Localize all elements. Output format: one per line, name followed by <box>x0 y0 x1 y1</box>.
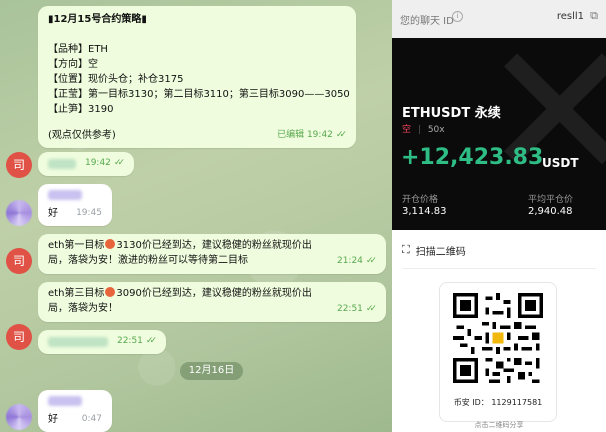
user-handle: resll1 <box>556 11 584 22</box>
avatar[interactable] <box>6 404 32 430</box>
panel-header: 您的聊天 ID i resll1 ⧉ <box>392 0 606 38</box>
avatar[interactable] <box>6 200 32 226</box>
close-price-label: 平均平仓价 <box>528 195 574 205</box>
double-check-icon: ✓✓ <box>335 130 347 140</box>
redacted-text <box>48 337 108 347</box>
reply-text: 好 <box>48 414 58 425</box>
strategy-line: 【正莹】第一目标3130；第二目标3110；第三目标3090——3050 <box>48 89 350 100</box>
double-check-icon: ✓✓ <box>145 336 157 346</box>
message-meta: 0:47 <box>82 412 102 427</box>
user-id-label: 币安 ID： <box>453 398 489 407</box>
pair-title: ETHUSDT 永续 <box>402 106 501 121</box>
brand-x-graphic: ✕ <box>480 38 606 223</box>
forwarded-message[interactable]: 22:51 ✓✓ <box>38 330 166 354</box>
pnl-unit: USDT <box>542 156 579 170</box>
copy-icon[interactable]: ⧉ <box>590 9 598 23</box>
strategy-line: 【止笋】3190 <box>48 104 114 115</box>
pnl-card: ✕ ETHUSDT 永续 空 | 50x +12,423.83 USDT 开仓价… <box>392 38 606 230</box>
strategy-line: 【品种】ETH <box>48 44 108 55</box>
avatar[interactable]: 司 <box>6 248 32 274</box>
user-id-value: 1129117581 <box>491 398 543 407</box>
close-price-value: 2,940.48 <box>528 206 573 217</box>
target-emoji-icon <box>105 239 116 249</box>
target-text-pre: eth第三目标 <box>48 288 105 299</box>
redacted-name <box>48 396 82 406</box>
redacted-name <box>48 190 82 200</box>
message-time: 0:47 <box>81 414 102 424</box>
avatar-initial: 司 <box>12 254 25 268</box>
redacted-text <box>48 159 76 169</box>
strategy-message[interactable]: ▮12月15号合约策略▮ 【品种】ETH 【方向】空 【位置】现价头仓；补仓31… <box>38 6 356 148</box>
target-text-pre: eth第一目标 <box>48 240 105 251</box>
chat-area: ▮12月15号合约策略▮ 【品种】ETH 【方向】空 【位置】现价头仓；补仓31… <box>0 0 392 432</box>
user-id-row: 币安 ID： 1129117581 <box>440 397 556 408</box>
info-icon[interactable]: i <box>452 11 463 22</box>
reply-message[interactable]: 好 19:45 <box>38 184 112 226</box>
share-panel: 您的聊天 ID i resll1 ⧉ ✕ ETHUSDT 永续 空 | 50x … <box>392 0 606 432</box>
pnl-value: +12,423.83 <box>401 145 544 170</box>
double-check-icon: ✓✓ <box>365 256 377 266</box>
divider <box>402 268 596 269</box>
scan-icon: ⛶ <box>402 243 410 256</box>
double-check-icon: ✓✓ <box>365 304 377 314</box>
message-time: 22:51 <box>336 304 363 314</box>
chat-id-label: 您的聊天 ID <box>400 16 454 27</box>
message-meta: 已编辑 19:42 ✓✓ <box>277 128 347 143</box>
qr-section: ⛶ 扫描二维码 币安 ID： 1129117581 点击二维码分享 <box>392 230 606 432</box>
divider: | <box>417 125 421 135</box>
reply-message[interactable]: 好 0:47 <box>38 390 112 432</box>
date-divider: 12月16日 <box>180 362 243 380</box>
open-price-value: 3,114.83 <box>402 206 447 217</box>
qr-card[interactable]: 币安 ID： 1129117581 <box>439 282 557 422</box>
message-time: 19:42 <box>84 158 111 168</box>
avatar[interactable]: 司 <box>6 324 32 350</box>
target-emoji-icon <box>105 287 116 297</box>
message-meta: 22:51 ✓✓ <box>336 302 377 317</box>
message-meta: 19:42 ✓✓ <box>84 156 125 171</box>
reply-text: 好 <box>48 208 58 219</box>
target-message[interactable]: eth第三目标 3090价已经到达，建议稳健的粉丝就现价出局，落袋为安！ 22:5… <box>38 282 386 322</box>
strategy-note: (观点仅供参考) <box>48 130 116 141</box>
avatar-initial: 司 <box>12 158 25 172</box>
scan-label: 扫描二维码 <box>415 246 466 258</box>
strategy-line: 【位置】现价头仓；补仓3175 <box>48 74 184 85</box>
double-check-icon: ✓✓ <box>113 158 125 168</box>
message-time: 21:24 <box>336 256 363 266</box>
edited-time: 已编辑 19:42 <box>277 130 333 140</box>
message-time: 22:51 <box>116 336 143 346</box>
leverage-label: 50x <box>427 125 445 135</box>
forwarded-message[interactable]: 19:42 ✓✓ <box>38 152 134 176</box>
target-message[interactable]: eth第一目标 3130价已经到达，建议稳健的粉丝就现价出局，落袋为安！激进的粉丝… <box>38 234 386 274</box>
avatar[interactable]: 司 <box>6 152 32 178</box>
message-meta: 21:24 ✓✓ <box>336 254 377 269</box>
strategy-line: 【方向】空 <box>48 59 98 70</box>
message-meta: 19:45 <box>76 206 102 221</box>
message-meta: 22:51 ✓✓ <box>116 334 157 349</box>
avatar-initial: 司 <box>12 330 25 344</box>
side-label: 空 <box>402 125 412 135</box>
open-price-label: 开仓价格 <box>402 195 439 205</box>
strategy-title: ▮12月15号合约策略▮ <box>48 14 147 25</box>
message-time: 19:45 <box>76 208 102 218</box>
scan-qr-button[interactable]: ⛶ 扫描二维码 <box>402 240 466 260</box>
share-hint: 点击二维码分享 <box>474 421 524 429</box>
qr-code[interactable] <box>453 293 543 383</box>
